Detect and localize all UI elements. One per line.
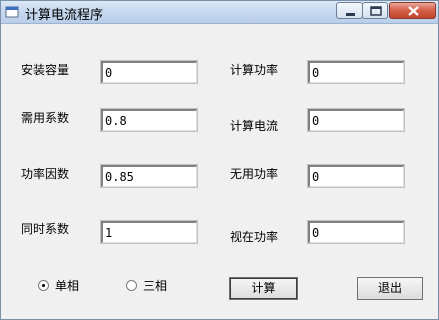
install-capacity-input[interactable]: 0: [100, 60, 198, 84]
minimize-icon: [346, 13, 355, 16]
install-capacity-value: 0: [105, 66, 113, 80]
simultaneity-factor-input[interactable]: 1: [100, 220, 198, 244]
calculate-button[interactable]: 计算: [229, 277, 298, 300]
calc-current-label: 计算电流: [230, 119, 279, 133]
app-icon: [5, 6, 19, 18]
single-phase-radio[interactable]: [38, 280, 49, 291]
calc-current-input[interactable]: 0: [307, 108, 405, 132]
power-factor-input[interactable]: 0.85: [100, 164, 198, 188]
reactive-power-label: 无用功率: [230, 167, 279, 181]
app-window: 计算电流程序 安装容量 0 需用系数 0.8 功率因数 0.85 同时系数 1 …: [0, 0, 439, 320]
demand-factor-label: 需用系数: [21, 111, 70, 125]
window-title: 计算电流程序: [25, 8, 104, 23]
apparent-power-value: 0: [312, 226, 320, 240]
three-phase-radio[interactable]: [126, 280, 137, 291]
install-capacity-label: 安装容量: [21, 63, 70, 77]
reactive-power-value: 0: [312, 170, 320, 184]
client-area: 安装容量 0 需用系数 0.8 功率因数 0.85 同时系数 1 计算功率 0 …: [1, 24, 438, 319]
calc-current-value: 0: [312, 114, 320, 128]
simultaneity-factor-value: 1: [105, 226, 113, 240]
demand-factor-value: 0.8: [105, 114, 127, 128]
calc-power-input[interactable]: 0: [307, 60, 405, 84]
apparent-power-input[interactable]: 0: [307, 220, 405, 244]
exit-button[interactable]: 退出: [357, 277, 423, 300]
three-phase-label[interactable]: 三相: [143, 277, 167, 294]
minimize-button[interactable]: [336, 2, 363, 19]
close-button[interactable]: [389, 2, 436, 19]
reactive-power-input[interactable]: 0: [307, 164, 405, 188]
demand-factor-input[interactable]: 0.8: [100, 108, 198, 132]
power-factor-label: 功率因数: [21, 167, 70, 181]
apparent-power-label: 视在功率: [230, 230, 279, 244]
calc-power-value: 0: [312, 66, 320, 80]
maximize-button[interactable]: [362, 2, 388, 19]
title-bar[interactable]: 计算电流程序: [1, 1, 438, 24]
maximize-icon: [370, 6, 382, 16]
single-phase-label[interactable]: 单相: [55, 277, 79, 294]
simultaneity-factor-label: 同时系数: [21, 222, 70, 236]
calc-power-label: 计算功率: [230, 63, 279, 77]
power-factor-value: 0.85: [105, 170, 134, 184]
close-icon: [408, 6, 419, 16]
